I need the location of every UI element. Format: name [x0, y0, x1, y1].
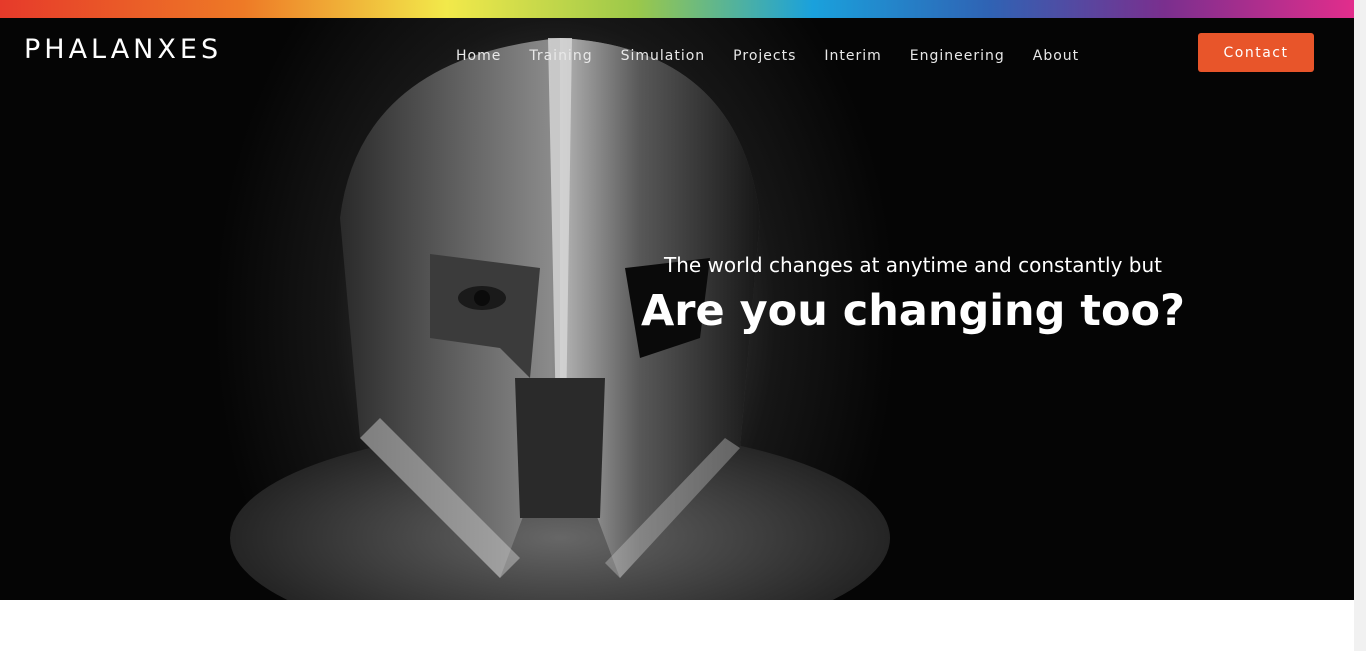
nav-item-simulation[interactable]: Simulation [621, 46, 706, 66]
rainbow-top-bar [0, 0, 1354, 18]
page-scrollbar[interactable] [1354, 0, 1366, 651]
hero-headline: Are you changing too? [641, 286, 1185, 336]
hero-tagline: The world changes at anytime and constan… [663, 253, 1163, 277]
contact-button[interactable]: Contact [1198, 33, 1314, 72]
brand-logo[interactable]: PHALANXES [24, 34, 222, 66]
main-nav: Home Training Simulation Projects Interi… [456, 46, 1107, 66]
content-section [0, 600, 1354, 651]
page: PHALANXES Home Training Simulation Proje… [0, 0, 1366, 651]
nav-item-about[interactable]: About [1033, 46, 1079, 66]
nav-item-engineering[interactable]: Engineering [910, 46, 1005, 66]
nav-item-projects[interactable]: Projects [733, 46, 796, 66]
nav-item-interim[interactable]: Interim [824, 46, 881, 66]
nav-item-training[interactable]: Training [529, 46, 592, 66]
nav-item-home[interactable]: Home [456, 46, 501, 66]
